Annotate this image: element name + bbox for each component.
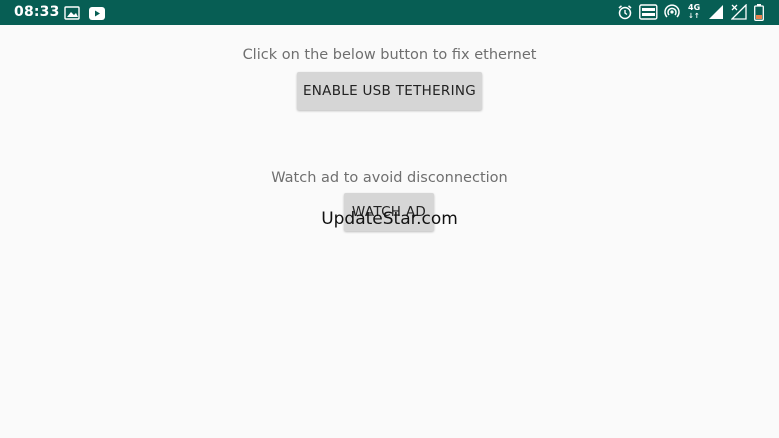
hotspot-icon	[664, 4, 680, 24]
watermark-text: UpdateStar.com	[321, 209, 458, 229]
gallery-icon	[64, 5, 80, 24]
status-bar: 08:33 4G ↓↑	[0, 0, 779, 25]
enable-usb-tethering-button[interactable]: ENABLE USB TETHERING	[297, 72, 482, 110]
ad-text: Watch ad to avoid disconnection	[271, 170, 508, 186]
youtube-icon	[89, 5, 105, 24]
alarm-icon	[617, 4, 633, 24]
status-time: 08:33	[14, 4, 60, 20]
signal-icon	[708, 4, 724, 24]
main-content: Click on the below button to fix etherne…	[0, 25, 779, 438]
no-signal-icon	[730, 3, 747, 24]
network-type-label: 4G ↓↑	[688, 3, 701, 21]
volte-icon	[639, 4, 658, 24]
instruction-text: Click on the below button to fix etherne…	[242, 47, 537, 63]
battery-icon	[754, 4, 764, 25]
